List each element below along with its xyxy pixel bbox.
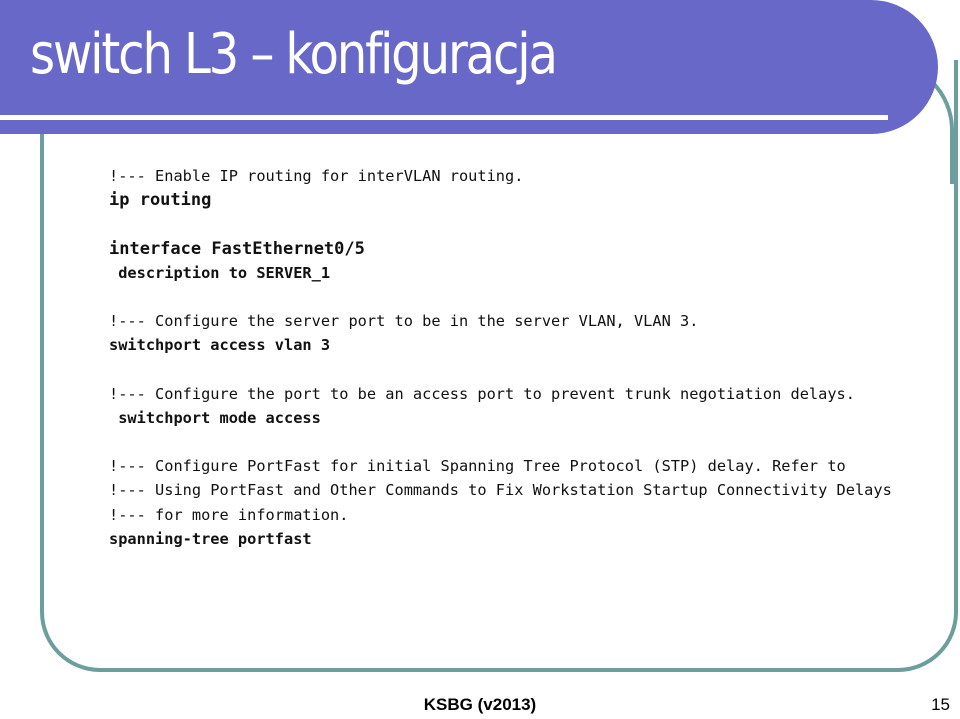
- code-line-12: !--- Configure PortFast for initial Span…: [109, 457, 846, 476]
- code-line-4: description to SERVER_1: [109, 263, 331, 282]
- title-underline: [0, 115, 888, 120]
- slide-title: switch L3 – konfiguracja: [30, 22, 558, 87]
- code-line-0: !--- Enable IP routing for interVLAN rou…: [109, 167, 524, 185]
- code-line-14: !--- for more information.: [109, 505, 349, 524]
- code-line-13: !--- Using PortFast and Other Commands t…: [109, 481, 892, 500]
- config-code-block: !--- Enable IP routing for interVLAN rou…: [109, 164, 892, 551]
- title-bar: switch L3 – konfiguracja: [0, 0, 938, 134]
- code-line-3: interface FastEthernet0/5: [109, 238, 365, 259]
- code-line-9: !--- Configure the port to be an access …: [109, 384, 855, 403]
- code-line-7: switchport access vlan 3: [109, 336, 331, 355]
- code-line-10: switchport mode access: [109, 408, 321, 427]
- code-line-6: !--- Configure the server port to be in …: [109, 312, 699, 331]
- page-number: 15: [931, 695, 950, 714]
- code-line-1: ip routing: [109, 190, 212, 211]
- footer-label: KSBG (v2013): [423, 695, 537, 714]
- code-line-15: spanning-tree portfast: [109, 529, 312, 548]
